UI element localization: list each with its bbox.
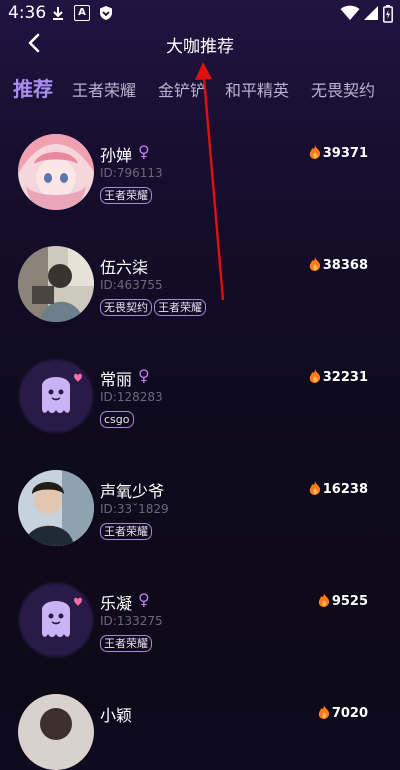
tag-list: 王者荣耀 <box>100 632 154 652</box>
avatar <box>18 246 94 322</box>
player-id: ID:463755 <box>100 278 163 292</box>
popularity: 7020 <box>318 705 368 723</box>
tab-golden-spatula[interactable]: 金铲铲 <box>158 77 206 101</box>
flame-icon <box>309 145 321 163</box>
popularity: 38368 <box>309 257 368 275</box>
avatar <box>18 582 94 658</box>
game-tag: 王者荣耀 <box>154 299 206 316</box>
popularity-value: 32231 <box>322 370 368 385</box>
popularity-value: 38368 <box>322 258 368 273</box>
female-icon: ♀ <box>138 366 150 385</box>
status-bar: 4:36 A <box>0 0 400 28</box>
status-time: 4:36 <box>8 3 47 23</box>
female-icon: ♀ <box>138 590 150 609</box>
player-name: 乐凝 <box>100 594 133 613</box>
tag-list: 无畏契约 王者荣耀 <box>100 296 208 316</box>
flame-icon <box>309 481 321 499</box>
battery-icon <box>383 5 393 23</box>
tag-list: 王者荣耀 <box>100 184 154 204</box>
game-tag: csgo <box>100 411 134 428</box>
flame-icon <box>309 369 321 387</box>
player-name: 孙婵 <box>100 146 133 165</box>
game-tag: 无畏契约 <box>100 299 152 316</box>
tab-recommended[interactable]: 推荐 <box>13 73 53 102</box>
flame-icon <box>309 257 321 275</box>
player-id: ID:133275 <box>100 614 163 628</box>
player-id: ID:33˘1829 <box>100 502 169 516</box>
popularity: 32231 <box>309 369 368 387</box>
player-id: ID:796113 <box>100 166 163 180</box>
game-tag: 王者荣耀 <box>100 187 152 204</box>
tab-valorant[interactable]: 无畏契约 <box>311 77 375 101</box>
popularity-value: 16238 <box>322 482 368 497</box>
female-icon: ♀ <box>138 142 150 161</box>
avatar <box>18 694 94 770</box>
notification-a-icon: A <box>74 5 90 21</box>
flame-icon <box>318 705 330 723</box>
popularity: 9525 <box>318 593 368 611</box>
flame-icon <box>318 593 330 611</box>
popularity: 16238 <box>309 481 368 499</box>
player-name: 声氧少爷 <box>100 482 165 501</box>
page-title: 大咖推荐 <box>166 37 234 57</box>
list-item[interactable]: 伍六柒 ID:463755 无畏契约 王者荣耀 38368 <box>0 222 400 322</box>
list-item[interactable]: 乐凝 ♀ ID:133275 王者荣耀 9525 <box>0 558 400 658</box>
avatar <box>18 134 94 210</box>
list-item[interactable]: 常丽 ♀ ID:128283 csgo 32231 <box>0 334 400 434</box>
tag-list: csgo <box>100 408 136 428</box>
category-tabs: 推荐 王者荣耀 金铲铲 和平精英 无畏契约 <box>0 73 400 107</box>
popularity-value: 7020 <box>331 706 368 721</box>
list-item[interactable]: 小颖 7020 <box>0 670 400 770</box>
player-name: 常丽 <box>100 370 133 389</box>
avatar <box>18 470 94 546</box>
tab-peacekeeper-elite[interactable]: 和平精英 <box>225 77 289 101</box>
tab-honor-of-kings[interactable]: 王者荣耀 <box>72 77 136 101</box>
player-name: 伍六柒 <box>100 258 149 277</box>
list-item[interactable]: 孙婵 ♀ ID:796113 王者荣耀 39371 <box>0 110 400 210</box>
shield-icon <box>98 5 114 21</box>
player-id: ID:128283 <box>100 390 163 404</box>
signal-icon <box>363 5 379 21</box>
game-tag: 王者荣耀 <box>100 523 152 540</box>
popularity-value: 39371 <box>322 146 368 161</box>
game-tag: 王者荣耀 <box>100 635 152 652</box>
player-name: 小颖 <box>100 706 133 725</box>
tag-list: 王者荣耀 <box>100 520 154 540</box>
popularity-value: 9525 <box>331 594 368 609</box>
avatar <box>18 358 94 434</box>
list-item[interactable]: 声氧少爷 ID:33˘1829 王者荣耀 16238 <box>0 446 400 546</box>
app-header: 大咖推荐 <box>0 28 400 60</box>
download-icon <box>50 5 66 21</box>
wifi-icon <box>340 5 360 21</box>
popularity: 39371 <box>309 145 368 163</box>
